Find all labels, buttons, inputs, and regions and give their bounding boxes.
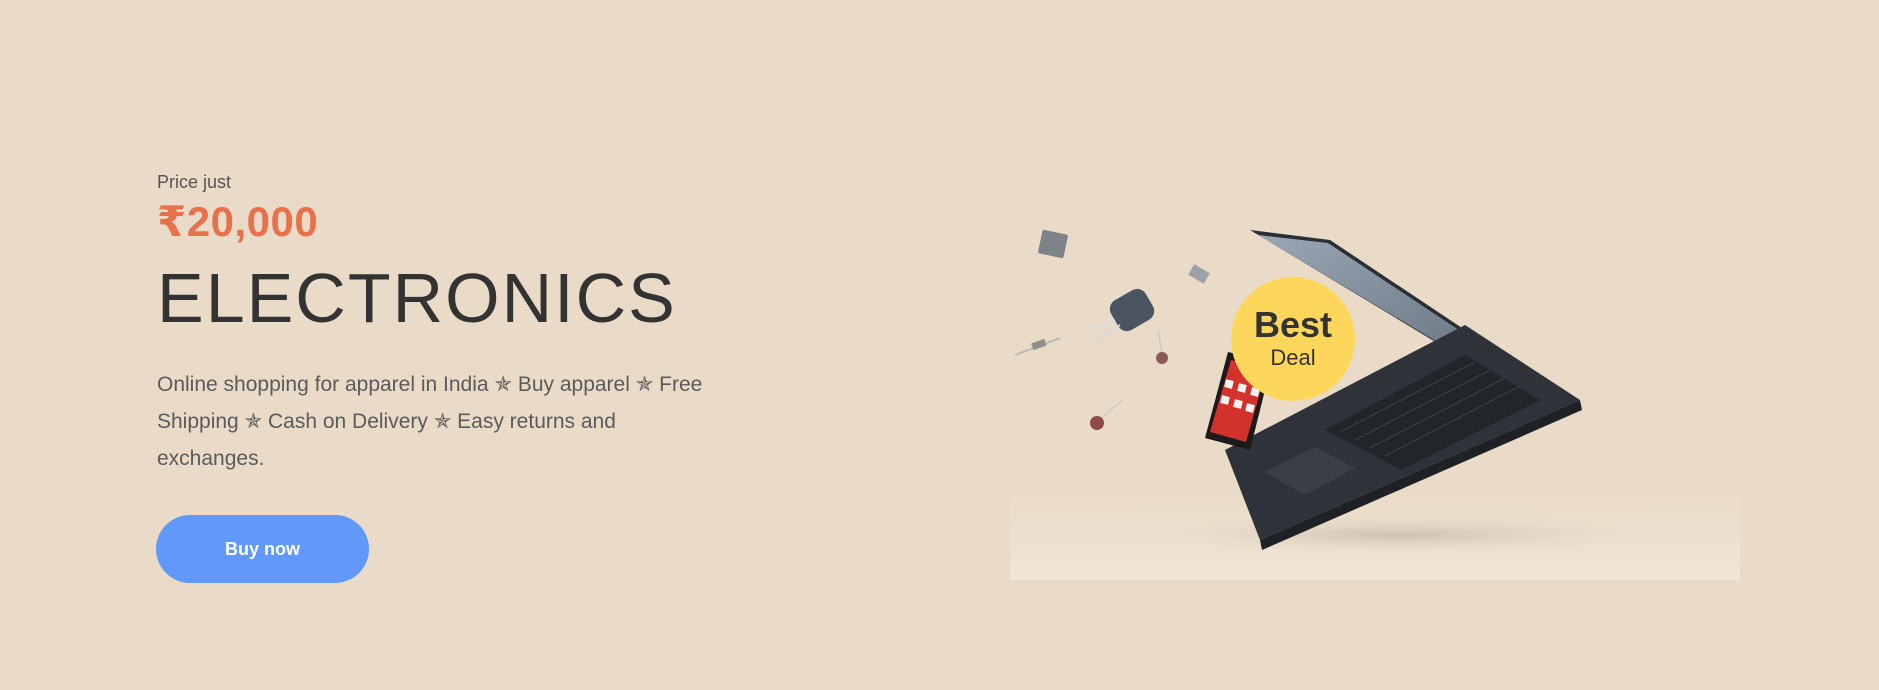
hero-title: ELECTRONICS [157,259,677,337]
buy-now-button[interactable]: Buy now [156,515,369,583]
hero-text: Price just ₹20,000 ELECTRONICS Online sh… [157,168,717,477]
price: ₹20,000 [157,198,319,245]
price-label: Price just [157,172,232,192]
laptop-illustration [1010,229,1740,580]
hero-description: Online shopping for apparel in India ✯ B… [157,373,703,470]
laptop-shadow [1120,513,1680,557]
badge-bottom-text: Deal [1270,345,1316,370]
best-deal-badge: Best Deal [1231,277,1355,401]
electronic-components-illustration [1014,229,1210,430]
badge-top-text: Best [1253,304,1333,345]
